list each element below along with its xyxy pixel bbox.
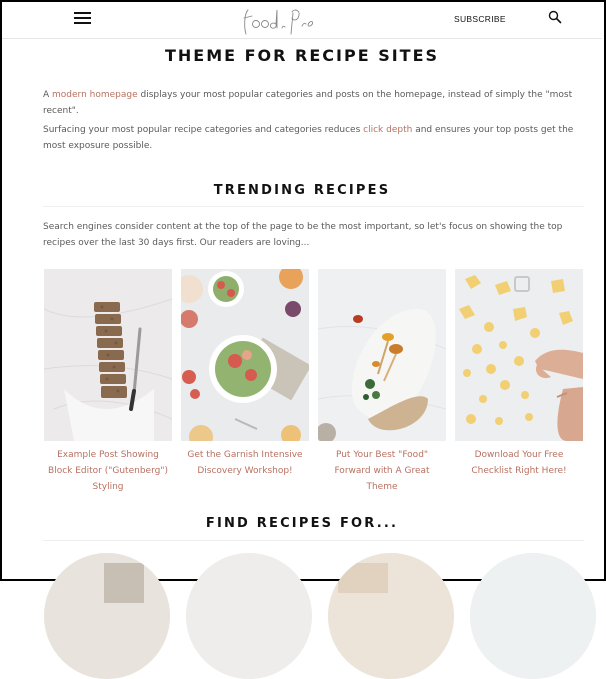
category-circle[interactable]: [328, 553, 454, 679]
recipe-card[interactable]: Example Post Showing Block Editor ("Gute…: [44, 269, 172, 495]
subscribe-link[interactable]: SUBSCRIBE: [454, 14, 506, 24]
recipe-card[interactable]: Get the Garnish Intensive Discovery Work…: [181, 269, 309, 479]
recipe-card-title[interactable]: Put Your Best "Food" Forward with A Grea…: [318, 447, 446, 495]
recipe-card[interactable]: Download Your Free Checklist Right Here!: [455, 269, 583, 479]
click-depth-link[interactable]: click depth: [363, 125, 412, 135]
trending-intro: Search engines consider content at the t…: [43, 222, 563, 248]
hamburger-menu-icon[interactable]: [74, 11, 91, 25]
category-circle[interactable]: [186, 553, 312, 679]
section-divider: [43, 206, 584, 207]
recipe-card-title[interactable]: Example Post Showing Block Editor ("Gute…: [44, 447, 172, 495]
intro-paragraph-1: A modern homepage displays your most pop…: [43, 90, 573, 116]
find-recipes-heading: FIND RECIPES FOR...: [205, 516, 399, 531]
section-divider: [43, 540, 584, 541]
recipe-card-image[interactable]: [455, 269, 583, 441]
recipe-card-image[interactable]: [181, 269, 309, 441]
recipe-card-image[interactable]: [318, 269, 446, 441]
category-circle[interactable]: [470, 553, 596, 679]
site-header: SUBSCRIBE: [2, 2, 602, 39]
site-logo[interactable]: [240, 4, 324, 36]
trending-heading: TRENDING RECIPES: [213, 183, 391, 198]
category-circle[interactable]: [44, 553, 170, 679]
recipe-card-image[interactable]: [44, 269, 172, 441]
recipe-card-title[interactable]: Download Your Free Checklist Right Here!: [455, 447, 583, 479]
modern-homepage-link[interactable]: modern homepage: [52, 90, 138, 100]
page-title: THEME FOR RECIPE SITES: [164, 46, 440, 65]
intro-paragraph-2: Surfacing your most popular recipe categ…: [43, 125, 574, 151]
recipe-card-title[interactable]: Get the Garnish Intensive Discovery Work…: [181, 447, 309, 479]
search-icon[interactable]: [548, 10, 562, 24]
recipe-card[interactable]: Put Your Best "Food" Forward with A Grea…: [318, 269, 446, 495]
